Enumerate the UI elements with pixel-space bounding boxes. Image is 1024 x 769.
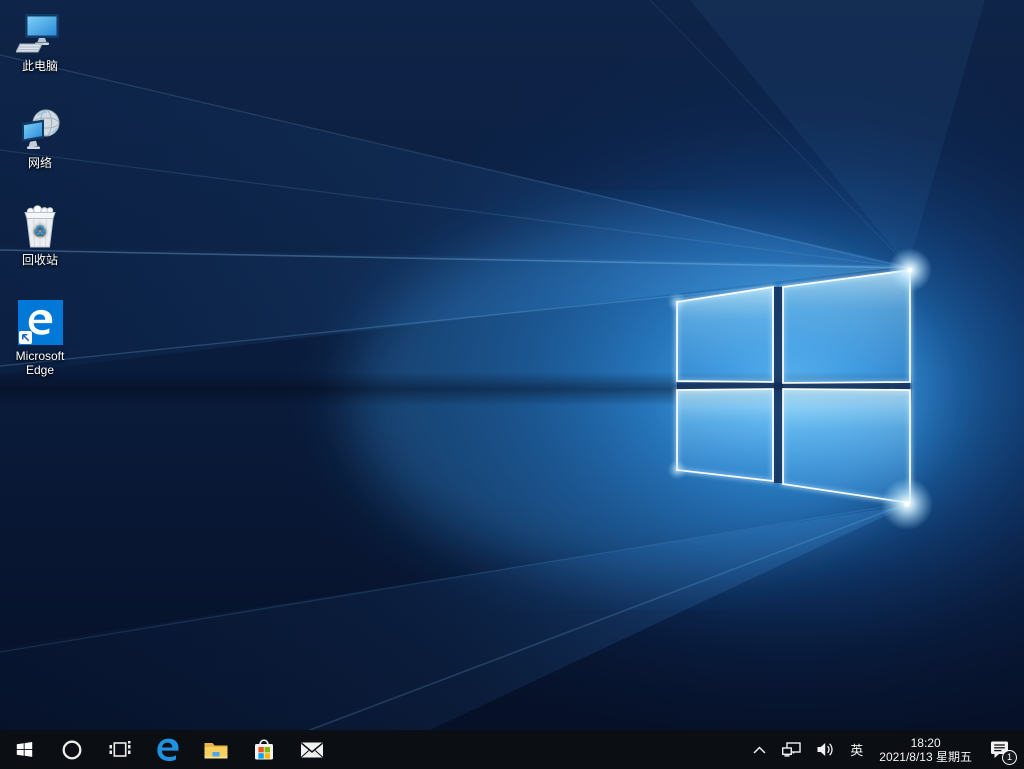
desktop-icon-label-line2: Edge [25, 363, 55, 377]
store-bag-icon [255, 738, 273, 759]
ethernet-network-icon [782, 742, 801, 757]
desktop-icon-label: 网络 [27, 156, 52, 170]
desktop-icon-recycle-bin[interactable]: ♻ 回收站 [2, 202, 78, 267]
file-explorer-button[interactable] [192, 730, 240, 769]
desktop-icon-network[interactable]: 网络 [2, 105, 78, 170]
clock-button[interactable]: 18:20 2021/8/13 星期五 [871, 730, 980, 769]
taskbar-app-buttons [0, 730, 336, 769]
system-tray: 英 18:20 2021/8/13 星期五 1 [745, 730, 1024, 769]
chevron-up-icon [754, 745, 766, 753]
edge-e-icon [157, 738, 179, 761]
cortana-ring-icon [62, 740, 82, 759]
globe-monitor-icon [16, 105, 64, 153]
start-button[interactable] [0, 730, 48, 769]
wallpaper-windows-hero [0, 0, 1024, 730]
speaker-volume-icon [817, 743, 833, 756]
desktop-icon-this-pc[interactable]: 此电脑 [2, 8, 78, 73]
microsoft-store-button[interactable] [240, 730, 288, 769]
task-view-icon [109, 741, 131, 757]
show-hidden-icons-button[interactable] [745, 730, 774, 769]
tray-time: 18:20 [910, 735, 941, 750]
desktop-icon-label: 回收站 [21, 253, 58, 267]
mail-envelope-icon [301, 742, 323, 757]
windows-desktop-screen: 此电脑 网络 ♻ 回收站 Microsoft Edge 英 18:20 2021… [0, 0, 1024, 769]
network-status-button[interactable] [774, 730, 809, 769]
desktop-icon-label-line1: Microsoft [15, 349, 65, 363]
cortana-search-button[interactable] [48, 730, 96, 769]
notification-count-badge: 1 [1002, 750, 1017, 765]
recycle-bin-icon: ♻ [16, 202, 64, 250]
volume-button[interactable] [809, 730, 842, 769]
shortcut-arrow-icon [18, 330, 32, 344]
mail-button[interactable] [288, 730, 336, 769]
edge-e-icon [17, 299, 63, 345]
taskbar: 英 18:20 2021/8/13 星期五 1 [0, 730, 1024, 769]
windows-logo-icon [16, 742, 32, 757]
computer-monitor-keyboard-icon [16, 8, 64, 56]
edge-taskbar-button[interactable] [144, 730, 192, 769]
svg-text:♻: ♻ [33, 222, 46, 240]
folder-icon [204, 743, 228, 759]
task-view-button[interactable] [96, 730, 144, 769]
language-indicator-button[interactable]: 英 [842, 730, 871, 769]
action-center-button[interactable]: 1 [980, 730, 1022, 769]
desktop-icon-microsoft-edge[interactable]: Microsoft Edge [2, 298, 78, 377]
desktop-icon-label: 此电脑 [21, 59, 58, 73]
tray-date: 2021/8/13 星期五 [879, 749, 972, 764]
